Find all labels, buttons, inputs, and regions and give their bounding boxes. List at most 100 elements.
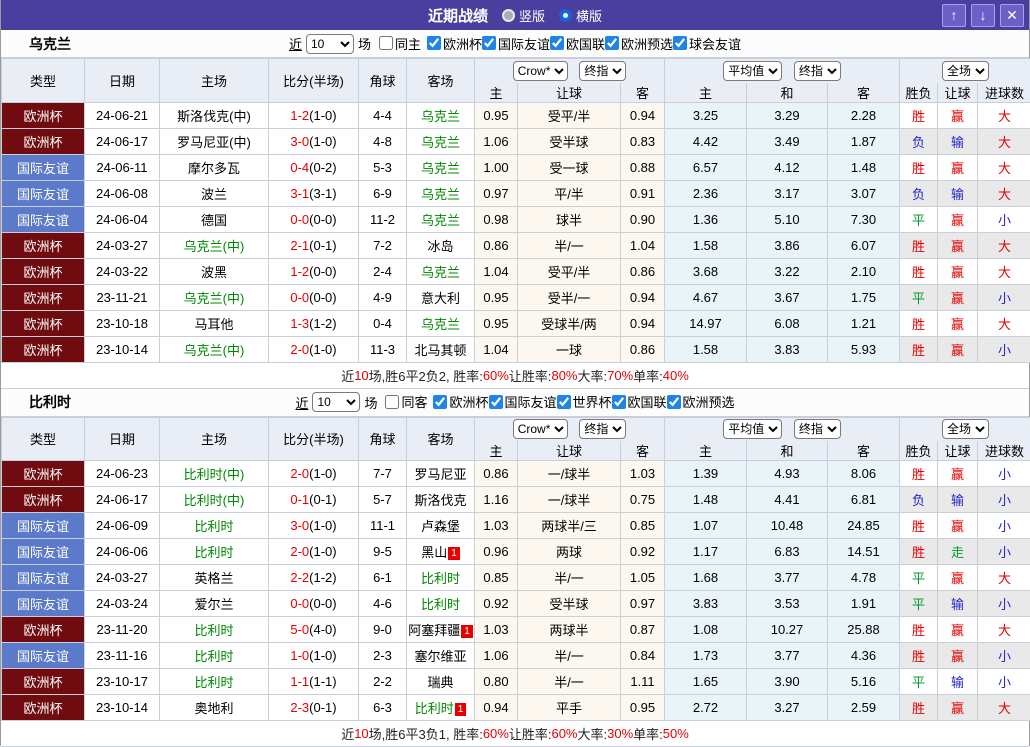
close-button[interactable]: ✕: [1000, 4, 1024, 27]
league-filter-1[interactable]: 国际友谊: [482, 34, 550, 53]
home-team: 奥地利: [160, 695, 269, 721]
league-filter-0[interactable]: 欧洲杯: [427, 34, 482, 53]
summary-segment: 10: [354, 368, 368, 383]
league-filter-4-checkbox[interactable]: [667, 395, 681, 409]
scope-select[interactable]: 全场: [942, 61, 989, 81]
match-row: 欧洲杯24-06-17比利时(中)0-1(0-1)5-7斯洛伐克1.16一/球半…: [2, 487, 1030, 513]
handicap-result: 输: [938, 128, 978, 154]
average-select[interactable]: 平均值: [723, 419, 782, 439]
league-filter-0-checkbox[interactable]: [427, 36, 441, 50]
same-venue-filter-label: 同客: [401, 392, 427, 411]
corner-count: 9-0: [359, 617, 407, 643]
handicap-result: 赢: [938, 232, 978, 258]
average-select[interactable]: 平均值: [723, 61, 782, 81]
league-filter-1[interactable]: 国际友谊: [489, 392, 557, 411]
avg-away-odds: 2.59: [828, 695, 900, 721]
avg-home-odds: 1.07: [665, 513, 747, 539]
league-filter-4-checkbox[interactable]: [673, 36, 687, 50]
radio-selected-icon: [559, 9, 572, 22]
col-handicap-result: 让球: [938, 441, 978, 461]
league-filter-3[interactable]: 欧洲预选: [605, 34, 673, 53]
summary-segment: 近: [341, 366, 354, 385]
col-score: 比分(半场): [269, 417, 359, 461]
away-team: 乌克兰: [407, 258, 475, 284]
wdl-result: 平: [900, 206, 938, 232]
score: 2-3(0-1): [269, 695, 359, 721]
down-arrow-icon: ↓: [980, 7, 987, 23]
team-name: 比利时: [29, 392, 71, 412]
avg-home-odds: 4.42: [665, 128, 747, 154]
match-date: 23-10-18: [85, 310, 160, 336]
league-filter-2-checkbox[interactable]: [550, 36, 564, 50]
home-team: 英格兰: [160, 565, 269, 591]
wdl-result: 平: [900, 565, 938, 591]
handicap-line: 半/一: [518, 643, 621, 669]
corner-count: 2-4: [359, 258, 407, 284]
league-type: 欧洲杯: [2, 258, 85, 284]
summary-segment: 30%: [607, 726, 633, 741]
avg-draw-odds: 4.93: [747, 461, 828, 487]
avg-draw-odds: 3.77: [747, 565, 828, 591]
handicap-line: 平手: [518, 695, 621, 721]
final-index-select[interactable]: 终指: [579, 419, 626, 439]
league-filter-0-checkbox[interactable]: [433, 395, 447, 409]
goals-result: 大: [978, 180, 1030, 206]
match-date: 23-10-14: [85, 336, 160, 362]
same-venue-filter[interactable]: 同主: [379, 34, 421, 53]
radio-vertical-layout[interactable]: 竖版: [502, 6, 545, 25]
handicap-result: 输: [938, 591, 978, 617]
handicap-line: 两球: [518, 539, 621, 565]
scroll-down-button[interactable]: ↓: [971, 4, 995, 27]
avg-draw-odds: 10.27: [747, 617, 828, 643]
final-index-select-2[interactable]: 终指: [794, 419, 841, 439]
avg-home-odds: 1.65: [665, 669, 747, 695]
league-filter-3-checkbox[interactable]: [605, 36, 619, 50]
odds-company-select[interactable]: Crow*: [513, 419, 568, 439]
league-filter-0-label: 欧洲杯: [449, 392, 488, 411]
handicap-away-odds: 0.94: [621, 310, 665, 336]
handicap-line: 受半球: [518, 128, 621, 154]
same-venue-filter[interactable]: 同客: [385, 392, 427, 411]
league-filter-1-checkbox[interactable]: [482, 36, 496, 50]
col-wdl-result: 胜负: [900, 83, 938, 103]
avg-draw-odds: 10.48: [747, 513, 828, 539]
goals-result: 小: [978, 513, 1030, 539]
final-index-select-2[interactable]: 终指: [794, 61, 841, 81]
same-venue-filter-checkbox[interactable]: [379, 36, 393, 50]
league-filter-2[interactable]: 欧国联: [550, 34, 605, 53]
avg-draw-odds: 6.08: [747, 310, 828, 336]
handicap-line: 半/一: [518, 565, 621, 591]
corner-count: 4-4: [359, 102, 407, 128]
handicap-result: 赢: [938, 102, 978, 128]
final-index-select[interactable]: 终指: [579, 61, 626, 81]
avg-away-odds: 4.78: [828, 565, 900, 591]
league-filter-0[interactable]: 欧洲杯: [433, 392, 488, 411]
section-filter-row: 比利时 近 10 场 同客欧洲杯国际友谊世界杯欧国联欧洲预选: [1, 389, 1029, 417]
away-team: 斯洛伐克: [407, 487, 475, 513]
league-filter-1-checkbox[interactable]: [489, 395, 503, 409]
league-filter-2-checkbox[interactable]: [557, 395, 571, 409]
same-venue-filter-checkbox[interactable]: [385, 395, 399, 409]
odds-company-select[interactable]: Crow*: [513, 61, 568, 81]
league-filter-4[interactable]: 欧洲预选: [667, 392, 735, 411]
avg-draw-odds: 4.41: [747, 487, 828, 513]
league-type: 欧洲杯: [2, 102, 85, 128]
away-team: 阿塞拜疆1: [407, 617, 475, 643]
league-filter-3[interactable]: 欧国联: [612, 392, 667, 411]
handicap-result: 赢: [938, 206, 978, 232]
scroll-up-button[interactable]: ↑: [942, 4, 966, 27]
league-filter-2[interactable]: 世界杯: [557, 392, 612, 411]
summary-segment: 近: [341, 724, 354, 743]
match-count-select[interactable]: 10: [306, 34, 354, 54]
scope-select[interactable]: 全场: [942, 419, 989, 439]
league-filter-3-checkbox[interactable]: [612, 395, 626, 409]
wdl-result: 负: [900, 128, 938, 154]
match-count-select[interactable]: 10: [312, 392, 360, 412]
results-tbody: 欧洲杯24-06-21斯洛伐克(中)1-2(1-0)4-4乌克兰0.95受平/半…: [2, 102, 1030, 362]
red-card-badge: 1: [448, 547, 460, 560]
avg-home-odds: 3.83: [665, 591, 747, 617]
summary-segment: 场,胜6平2负2, 胜率:: [369, 366, 483, 385]
radio-horizontal-layout[interactable]: 横版: [559, 6, 602, 25]
league-filter-4[interactable]: 球会友谊: [673, 34, 741, 53]
handicap-result: 赢: [938, 154, 978, 180]
